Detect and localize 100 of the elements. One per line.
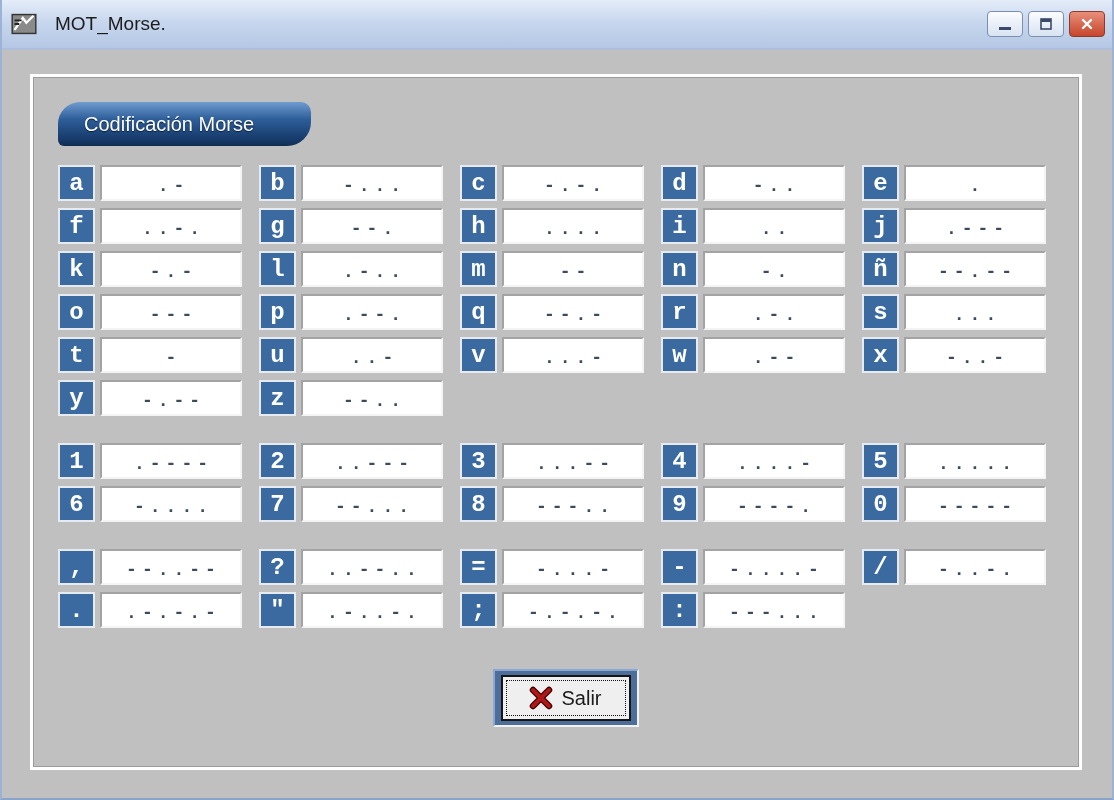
character-label: l	[259, 251, 296, 287]
code-field: ....-	[703, 443, 845, 479]
code-field: .-..	[301, 251, 443, 287]
character-label: c	[460, 165, 497, 201]
character-label: 7	[259, 486, 296, 522]
app-icon	[11, 11, 37, 37]
code-field: .-..-.	[301, 592, 443, 628]
minimize-icon	[999, 27, 1011, 30]
character-label: y	[58, 380, 95, 416]
character-label: 6	[58, 486, 95, 522]
character-label: s	[862, 294, 899, 330]
character-label: f	[58, 208, 95, 244]
window-title: MOT_Morse.	[55, 13, 166, 35]
character-label: n	[661, 251, 698, 287]
character-label: -	[661, 549, 698, 585]
character-label: t	[58, 337, 95, 373]
code-field: -.-.	[502, 165, 644, 201]
character-label: 2	[259, 443, 296, 479]
code-field: --.--	[904, 251, 1046, 287]
character-label: x	[862, 337, 899, 373]
character-label: 4	[661, 443, 698, 479]
character-label: r	[661, 294, 698, 330]
code-field: -.--	[100, 380, 242, 416]
code-field: --.-	[502, 294, 644, 330]
character-label: 0	[862, 486, 899, 522]
exit-button[interactable]: Salir	[500, 675, 631, 721]
code-field: -..	[703, 165, 845, 201]
character-label: m	[460, 251, 497, 287]
character-label: /	[862, 549, 899, 585]
code-field: .	[904, 165, 1046, 201]
character-label: .	[58, 592, 95, 628]
code-field: ....	[502, 208, 644, 244]
code-field: ..---	[301, 443, 443, 479]
code-field: ...--	[502, 443, 644, 479]
code-field: -.	[703, 251, 845, 287]
code-field: -..-.	[904, 549, 1046, 585]
character-label: z	[259, 380, 296, 416]
code-field: .....	[904, 443, 1046, 479]
code-field: ---..	[502, 486, 644, 522]
code-field: ...-	[502, 337, 644, 373]
close-icon	[1081, 18, 1093, 30]
code-field: ..-	[301, 337, 443, 373]
character-label: ,	[58, 549, 95, 585]
close-button[interactable]	[1069, 11, 1105, 37]
code-field: --..	[301, 380, 443, 416]
character-label: u	[259, 337, 296, 373]
code-field: -....	[100, 486, 242, 522]
character-label: b	[259, 165, 296, 201]
character-label: j	[862, 208, 899, 244]
code-field: ...	[904, 294, 1046, 330]
code-field: .--.	[301, 294, 443, 330]
code-field: .----	[100, 443, 242, 479]
maximize-button[interactable]	[1028, 11, 1064, 37]
code-field: -...	[301, 165, 443, 201]
code-field: ..-.	[100, 208, 242, 244]
character-label: g	[259, 208, 296, 244]
section-heading: Codificación Morse	[58, 102, 311, 146]
code-field: ---	[100, 294, 242, 330]
character-label: 5	[862, 443, 899, 479]
code-field: .-.	[703, 294, 845, 330]
maximize-icon	[1040, 18, 1052, 30]
code-field: .-	[100, 165, 242, 201]
code-field: --...	[301, 486, 443, 522]
character-label: 1	[58, 443, 95, 479]
character-label: :	[661, 592, 698, 628]
code-field: -....-	[703, 549, 845, 585]
character-label: ?	[259, 549, 296, 585]
code-field: .--	[703, 337, 845, 373]
character-label: q	[460, 294, 497, 330]
code-field: ..--..	[301, 549, 443, 585]
code-field: .-.-.-	[100, 592, 242, 628]
character-label: d	[661, 165, 698, 201]
code-field: --.	[301, 208, 443, 244]
character-label: i	[661, 208, 698, 244]
code-field: ..	[703, 208, 845, 244]
code-field: -...-	[502, 549, 644, 585]
character-label: "	[259, 592, 296, 628]
minimize-button[interactable]	[987, 11, 1023, 37]
code-field: ---...	[703, 592, 845, 628]
character-label: 3	[460, 443, 497, 479]
character-label: p	[259, 294, 296, 330]
code-field: --..--	[100, 549, 242, 585]
character-label: ;	[460, 592, 497, 628]
cross-icon	[529, 686, 554, 710]
character-label: 8	[460, 486, 497, 522]
code-field: --	[502, 251, 644, 287]
code-field: -..-	[904, 337, 1046, 373]
character-label: 9	[661, 486, 698, 522]
character-label: v	[460, 337, 497, 373]
character-label: =	[460, 549, 497, 585]
code-field: -----	[904, 486, 1046, 522]
character-label: a	[58, 165, 95, 201]
character-label: o	[58, 294, 95, 330]
character-label: k	[58, 251, 95, 287]
character-label: w	[661, 337, 698, 373]
code-field: -.-	[100, 251, 242, 287]
character-label: ñ	[862, 251, 899, 287]
code-field: -.-.-.	[502, 592, 644, 628]
code-field: .---	[904, 208, 1046, 244]
code-field: ----.	[703, 486, 845, 522]
